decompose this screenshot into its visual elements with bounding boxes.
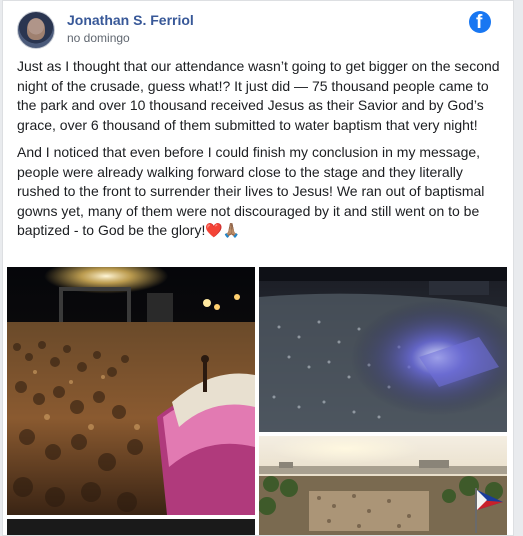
post-paragraph-text: And I noticed that even before I could f… [17,144,485,238]
post-header: Jonathan S. Ferriol no domingo f [17,9,503,49]
post-paragraph: And I noticed that even before I could f… [17,143,501,241]
post-paragraph: Just as I thought that our attendance wa… [17,58,500,133]
aerial-day-park-photo[interactable] [259,436,507,535]
photo-grid [7,267,507,535]
crowd-stage-photo[interactable] [7,267,255,515]
post-text: Just as I thought that our attendance wa… [17,57,501,249]
facebook-icon: f [469,11,491,33]
post-timestamp[interactable]: no domingo [67,31,130,45]
heart-icon: ❤️ [205,222,223,238]
post-card: Jonathan S. Ferriol no domingo f Just as… [2,0,514,536]
additional-photo[interactable] [7,519,255,535]
author-avatar[interactable] [17,11,55,49]
praying-hands-icon: 🙏🏽 [222,222,241,238]
aerial-night-crowd-photo[interactable] [259,267,507,432]
author-name[interactable]: Jonathan S. Ferriol [67,12,194,28]
